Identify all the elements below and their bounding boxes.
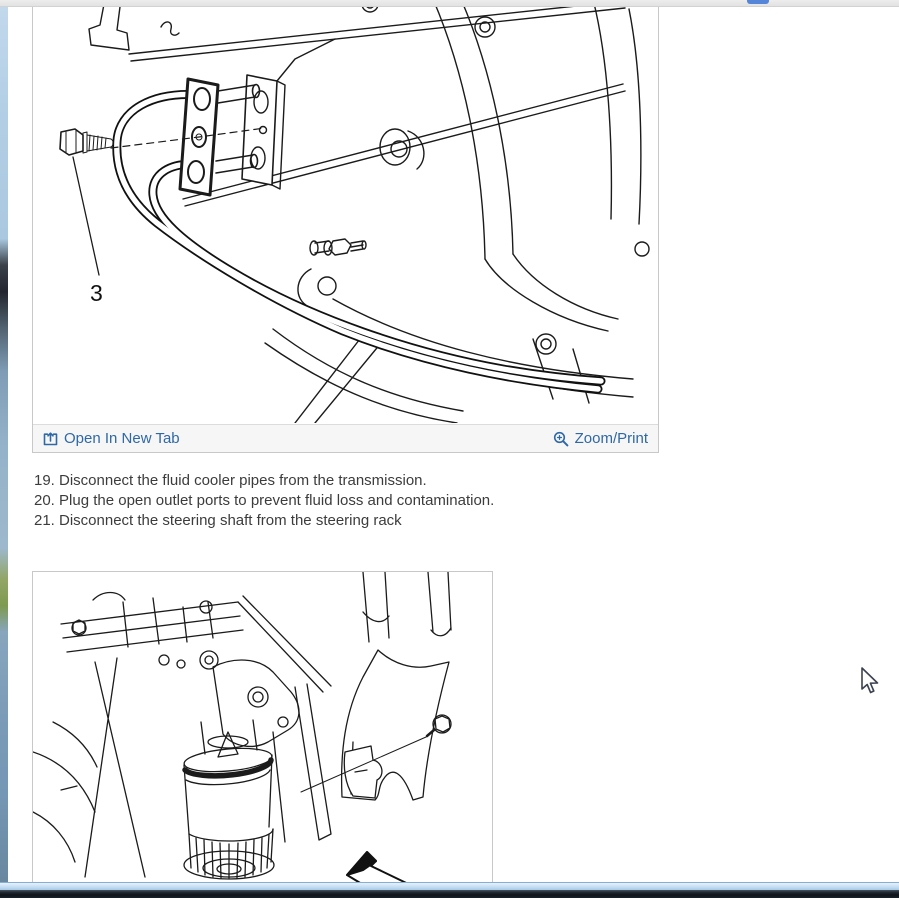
instruction-steps: 19. Disconnect the fluid cooler pipes fr… [34,471,494,531]
callout-3-label: 3 [90,280,103,306]
step-20: 20. Plug the open outlet ports to preven… [34,492,495,509]
zoom-print-label: Zoom/Print [574,430,648,447]
figure-oil-filter [32,571,493,898]
active-tab-accent [747,0,769,4]
browser-toolbar-edge [0,0,899,7]
screen: 3 Open In New Tab Zoom/Print 19. Disconn… [0,0,899,898]
step-19: 19. Disconnect the fluid cooler pipes fr… [34,472,427,489]
magnifier-plus-icon [553,431,569,446]
zoom-print-link[interactable]: Zoom/Print [553,431,648,447]
figure-transmission-cooler-pipes: 3 Open In New Tab Zoom/Print [32,0,659,453]
transmission-cooler-pipes-diagram: 3 [33,0,658,424]
mouse-cursor [861,667,879,694]
figure-toolbar: Open In New Tab Zoom/Print [33,424,658,452]
desktop-wallpaper-strip [0,0,8,884]
oil-filter-diagram [32,571,492,898]
box-arrow-up-icon [43,431,58,445]
window-bottom-edge [0,882,899,890]
taskbar[interactable] [0,890,899,898]
open-in-new-tab-label: Open In New Tab [64,430,180,447]
open-in-new-tab-link[interactable]: Open In New Tab [43,431,180,446]
step-21: 21. Disconnect the steering shaft from t… [34,512,402,529]
